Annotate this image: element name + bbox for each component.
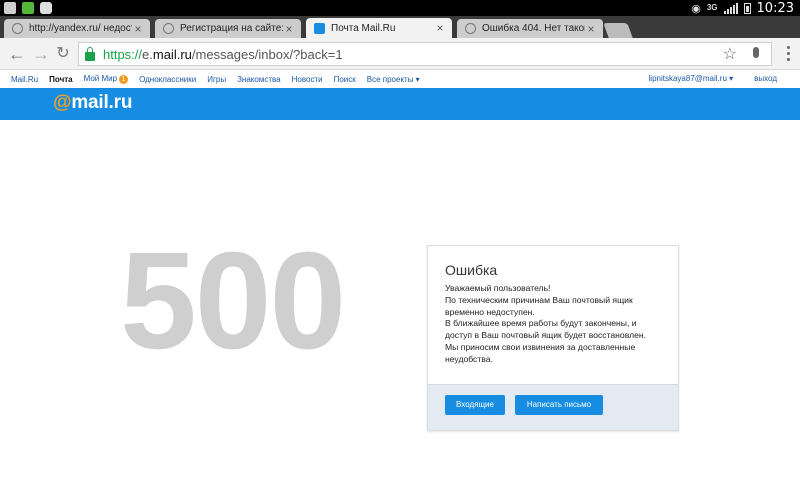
browser-tab[interactable]: Регистрация на сайте: × [155, 19, 301, 38]
nav-link-mail[interactable]: Почта [49, 75, 72, 84]
clock: 10:23 [756, 0, 794, 16]
network-type: 3G [706, 3, 718, 12]
nav-link-label: Мой Мир [83, 74, 118, 84]
logout-link[interactable]: выход [754, 74, 777, 83]
tab-title: Почта Mail.Ru [331, 22, 396, 34]
portal-nav-bar: Mail.Ru Почта Мой Мир 1 Одноклассники Игр… [0, 70, 800, 88]
logo-at: @ [53, 92, 72, 113]
nav-link-all-projects[interactable]: Все проекты ▾ [367, 75, 420, 84]
system-indicators: ◉ 3G 10:23 [691, 0, 794, 16]
tab-title: Регистрация на сайте: [180, 23, 283, 34]
android-status-bar: ◉ 3G 10:23 [0, 0, 800, 16]
mail-header: @mail.ru [0, 88, 800, 120]
browser-tab-active[interactable]: Почта Mail.Ru × [306, 18, 452, 38]
message-line: временно недоступен. [445, 306, 535, 317]
app-notification-icon [22, 2, 34, 14]
error-message: Уважаемый пользователь! По техническим п… [445, 283, 673, 366]
url-text: https://e.mail.ru/messages/inbox/?back=1 [103, 46, 343, 62]
close-icon[interactable]: × [283, 22, 295, 36]
message-line: Мы приносим свои извинения за доставленн… [445, 341, 636, 352]
user-area: lipnitskaya87@mail.ru ▾ выход [649, 74, 788, 83]
close-icon[interactable]: × [132, 22, 144, 36]
new-tab-button[interactable] [603, 23, 633, 38]
message-line: неудобства. [445, 353, 493, 364]
notification-badge: 1 [119, 74, 129, 84]
back-arrow-icon[interactable]: ← [6, 43, 28, 65]
nav-link-news[interactable]: Новости [292, 75, 323, 84]
close-icon[interactable]: × [434, 21, 446, 35]
smart-stay-icon: ◉ [691, 2, 701, 15]
nav-link-odnoklassniki[interactable]: Одноклассники [139, 75, 196, 84]
mail-favicon-icon [314, 22, 325, 34]
nav-link-my-world[interactable]: Мой Мир 1 [83, 74, 129, 84]
overflow-menu-icon[interactable] [787, 46, 790, 61]
lock-icon [85, 46, 95, 61]
error-card-actions: Входящие Написать письмо [428, 384, 678, 430]
signal-icon [723, 2, 738, 14]
battery-icon [743, 2, 751, 14]
bookmark-star-icon[interactable]: ☆ [723, 44, 737, 64]
reload-icon[interactable]: ↻ [52, 43, 74, 65]
compose-button[interactable]: Написать письмо [515, 395, 603, 415]
inbox-button[interactable]: Входящие [445, 395, 505, 415]
mailru-logo[interactable]: @mail.ru [53, 92, 132, 114]
tab-title: Ошибка 404. Нет такой [482, 23, 585, 34]
globe-icon [12, 23, 23, 34]
message-line: В ближайшее время работы будут закончены… [445, 318, 637, 329]
message-line: доступ в Ваш почтовый ящик будет восстан… [445, 330, 647, 341]
tab-title: http://yandex.ru/ недосту [29, 23, 132, 34]
nav-link-mailru[interactable]: Mail.Ru [11, 75, 38, 84]
error-card: Ошибка Уважаемый пользователь! По технич… [427, 245, 679, 431]
message-line: Уважаемый пользователь! [445, 283, 551, 293]
logo-text: mail.ru [71, 92, 133, 113]
nav-link-search[interactable]: Поиск [334, 75, 356, 84]
browser-tab[interactable]: http://yandex.ru/ недосту × [4, 19, 150, 38]
gallery-icon [4, 2, 16, 14]
error-title: Ошибка [445, 262, 498, 278]
microphone-icon[interactable] [753, 47, 759, 58]
globe-icon [465, 23, 476, 34]
error-code: 500 [120, 224, 346, 378]
user-email-menu[interactable]: lipnitskaya87@mail.ru ▾ [649, 74, 734, 83]
message-line: По техническим причинам Ваш почтовый ящи… [445, 294, 633, 305]
browser-tab-strip: http://yandex.ru/ недосту × Регистрация … [0, 16, 800, 38]
close-icon[interactable]: × [585, 22, 597, 36]
notification-icons [4, 2, 52, 14]
browser-tab[interactable]: Ошибка 404. Нет такой × [457, 19, 603, 38]
nav-link-dating[interactable]: Знакомства [237, 75, 281, 84]
forward-arrow-icon[interactable]: → [30, 43, 52, 65]
browser-toolbar: ← → ↻ https://e.mail.ru/messages/inbox/?… [0, 38, 800, 70]
address-bar[interactable]: https://e.mail.ru/messages/inbox/?back=1… [78, 42, 772, 66]
globe-icon [163, 23, 174, 34]
store-icon [40, 2, 52, 14]
nav-link-games[interactable]: Игры [207, 75, 226, 84]
